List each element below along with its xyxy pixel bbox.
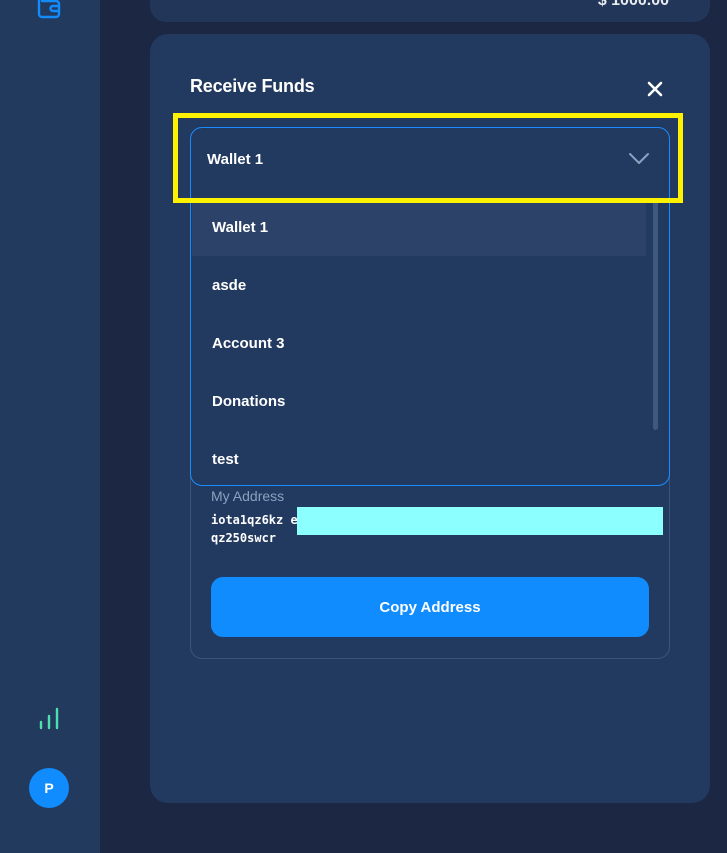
sidebar: P	[0, 0, 100, 853]
close-icon[interactable]	[647, 81, 663, 97]
address-value: iota1qz6kz e6qz250swcr	[211, 513, 305, 545]
wallet-option[interactable]: asde	[192, 256, 646, 314]
wallet-icon[interactable]	[36, 0, 62, 20]
highlight-frame	[173, 113, 683, 203]
copy-address-button[interactable]: Copy Address	[211, 577, 649, 637]
panel-title: Receive Funds	[190, 76, 315, 96]
avatar[interactable]: P	[29, 768, 69, 808]
wallet-option[interactable]: Donations	[192, 372, 646, 430]
wallet-option[interactable]: Wallet 1	[192, 198, 646, 256]
dropdown-scrollbar[interactable]	[653, 200, 658, 430]
wallet-options-list: Wallet 1 asde Account 3 Donations test	[191, 198, 669, 485]
wallet-option[interactable]: test	[192, 430, 646, 485]
address-redaction	[297, 507, 663, 535]
bar-chart-icon[interactable]	[38, 706, 60, 730]
balance-value: $ 1000.00	[597, 0, 669, 9]
wallet-option[interactable]: Account 3	[192, 314, 646, 372]
address-label: My Address	[211, 488, 285, 504]
